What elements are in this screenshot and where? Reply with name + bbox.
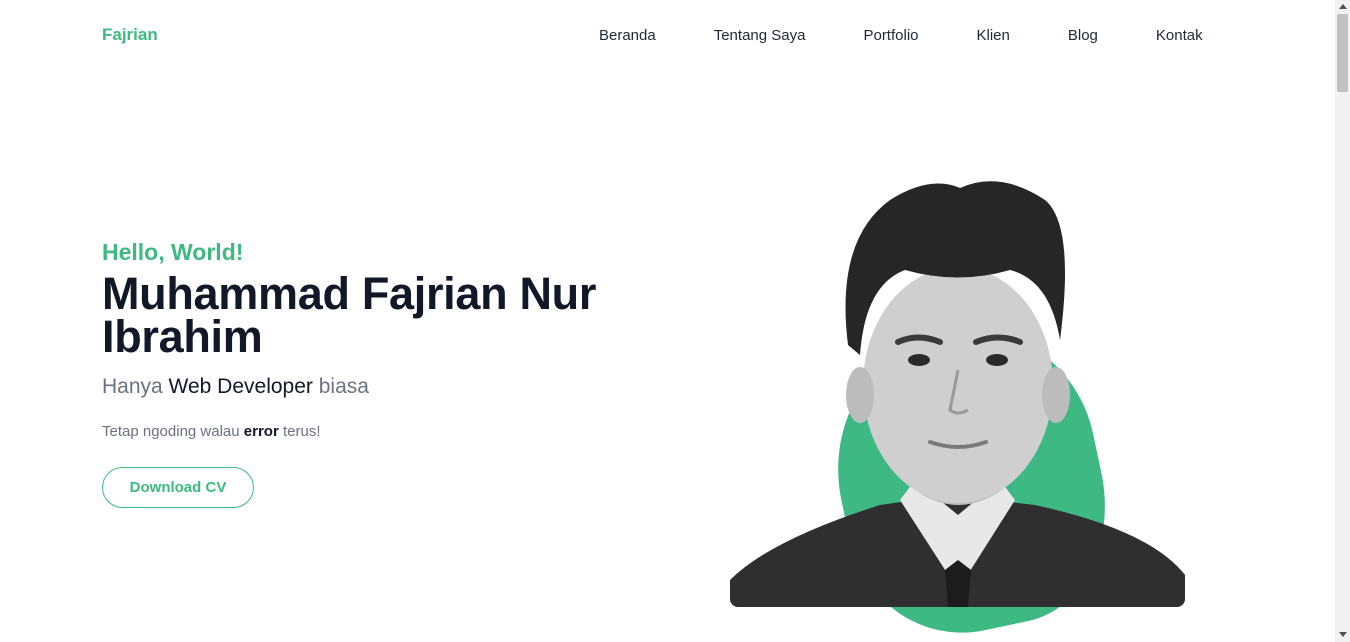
hero-tagline: Hanya Web Developer biasa bbox=[102, 372, 642, 402]
nav-link-tentang-saya[interactable]: Tentang Saya bbox=[714, 27, 806, 44]
nav-link-klien[interactable]: Klien bbox=[977, 27, 1010, 44]
profile-portrait bbox=[730, 170, 1185, 607]
motto-suffix: terus! bbox=[282, 423, 321, 440]
hero-photo bbox=[730, 170, 1185, 642]
tagline-suffix: biasa bbox=[318, 375, 369, 398]
portrait-illustration bbox=[730, 181, 1185, 607]
tagline-prefix: Hanya bbox=[102, 375, 163, 398]
motto-prefix: Tetap ngoding walau bbox=[102, 423, 240, 440]
scrollbar-thumb[interactable] bbox=[1337, 14, 1348, 92]
hero-name: Muhammad Fajrian Nur Ibrahim bbox=[102, 268, 597, 362]
page-scrollbar[interactable] bbox=[1335, 0, 1350, 642]
nav-link-kontak[interactable]: Kontak bbox=[1156, 27, 1203, 44]
brand-logo[interactable]: Fajrian bbox=[102, 25, 158, 45]
main-nav: Beranda Tentang Saya Portfolio Klien Blo… bbox=[599, 27, 1203, 44]
navbar: Fajrian Beranda Tentang Saya Portfolio K… bbox=[0, 0, 1335, 70]
nav-link-blog[interactable]: Blog bbox=[1068, 27, 1098, 44]
hero-greeting: Hello, World! bbox=[102, 239, 244, 265]
nav-link-beranda[interactable]: Beranda bbox=[599, 27, 656, 44]
scroll-up-arrow-icon[interactable] bbox=[1339, 4, 1347, 9]
hero-motto: Tetap ngoding walau error terus! bbox=[102, 423, 642, 440]
tagline-role: Web Developer bbox=[168, 375, 313, 398]
scroll-down-arrow-icon[interactable] bbox=[1339, 632, 1347, 637]
hero-text: Hello, World! Muhammad Fajrian Nur Ibrah… bbox=[102, 238, 642, 508]
motto-bold: error bbox=[243, 423, 279, 440]
nav-link-portfolio[interactable]: Portfolio bbox=[863, 27, 918, 44]
download-cv-button[interactable]: Download CV bbox=[102, 467, 254, 508]
